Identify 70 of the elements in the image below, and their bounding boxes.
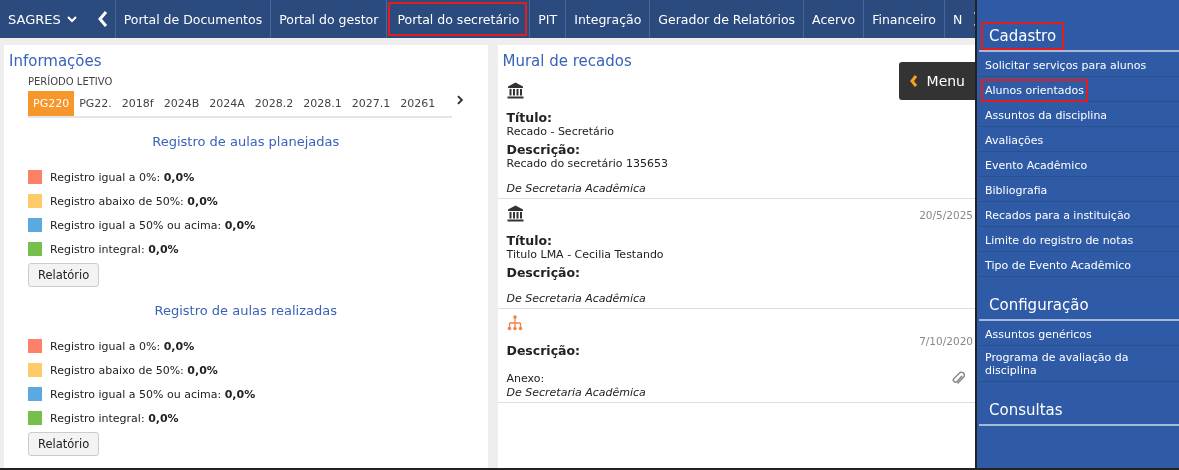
legend-label: Registro integral: 0,0% [50,242,179,256]
period-tab[interactable]: PG22. [74,91,117,116]
chevron-right-icon[interactable] [455,95,464,105]
period-label: PERÍODO LETIVO [28,76,114,87]
report-button[interactable]: Relatório [28,432,100,456]
nav-link[interactable]: N [944,0,971,38]
sidebar-link[interactable]: Tipo de Evento Acadêmico [983,256,1134,275]
message-date: 20/5/2025 [919,209,973,221]
period-tab[interactable]: 2024B [158,91,205,116]
nav-link[interactable]: Financeiro [863,0,944,38]
nav-link[interactable]: PIT [529,0,566,38]
paperclip-icon[interactable] [951,370,965,386]
legend-label: Registro igual a 0%: 0,0% [50,339,195,353]
nav-link[interactable]: Integração [565,0,650,38]
nav-link[interactable]: Portal do gestor [270,0,387,38]
chevron-left-icon [908,74,919,88]
nav-link[interactable]: Acervo [803,0,864,38]
message-date: 7/10/2020 [919,335,973,347]
bank-icon [506,205,524,222]
legend-label: Registro integral: 0,0% [50,411,179,425]
bank-icon [506,82,524,99]
message-author: De Secretaria Acadêmica [506,386,647,399]
legend-label: Registro igual a 50% ou acima: 0,0% [50,387,256,401]
message-title: Recado - Secretário [506,125,616,138]
field-label: Descrição: [506,343,582,358]
period-tab[interactable]: 2024A [204,91,250,116]
legend-label: Registro abaixo de 50%: 0,0% [50,363,218,377]
sidebar-link[interactable]: Solicitar serviços para alunos [983,56,1149,75]
sidebar-heading: Consultas [988,400,1064,421]
message-title: Titulo LMA - Cecilia Testando [506,248,665,261]
period-tab[interactable]: 2027.1 [346,91,396,116]
sidebar-heading: Cadastro [983,24,1063,48]
period-tab[interactable]: 20261 [395,91,441,116]
legend-label: Registro igual a 50% ou acima: 0,0% [50,218,256,232]
nav-link[interactable]: Gerador de Relatórios [649,0,804,38]
panel-title: Mural de recados [502,52,633,70]
section-title: Registro de aulas planejadas [151,134,341,149]
hierarchy-icon [506,315,523,331]
report-button[interactable]: Relatório [28,263,100,287]
field-label: Título: [506,110,554,125]
nav-link[interactable]: Portal do secretário [386,0,530,38]
chevron-left-icon[interactable] [96,10,109,28]
sidebar-link[interactable]: Assuntos genéricos [983,325,1094,344]
menu-button[interactable]: Menu [898,62,975,100]
message-description: Recado do secretário 135653 [506,157,670,170]
message-author: De Secretaria Acadêmica [506,292,647,305]
field-label: Descrição: [506,265,582,280]
sidebar-link[interactable]: Alunos orientados [983,81,1087,100]
period-tab[interactable]: 2018f [116,91,159,116]
sidebar-link[interactable]: Avaliações [983,131,1046,150]
attachment-label: Anexo: [506,371,545,385]
sidebar-link[interactable]: Bibliografia [983,181,1050,200]
sidebar-link[interactable]: Programa de avaliação da disciplina [983,348,1175,380]
period-tab[interactable]: 2028.1 [298,91,347,116]
sidebar-link[interactable]: Recados para a instituição [983,206,1133,225]
legend-label: Registro igual a 0%: 0,0% [50,170,195,184]
brand-menu[interactable]: SAGRES [0,0,87,38]
sidebar-link[interactable]: Assuntos da disciplina [983,106,1110,125]
nav-link[interactable]: Portal de Documentos [114,0,271,38]
chevron-down-icon [66,15,77,23]
sidebar-link[interactable]: Evento Acadêmico [983,156,1090,175]
panel-title: Informações [9,52,103,70]
message-author: De Secretaria Acadêmica [506,182,647,195]
legend-label: Registro abaixo de 50%: 0,0% [50,194,218,208]
sidebar-heading: Configuração [988,295,1090,316]
field-label: Título: [506,233,554,248]
period-tab[interactable]: 2028.2 [249,91,299,116]
section-title: Registro de aulas realizadas [153,303,338,318]
field-label: Descrição: [506,142,582,157]
sidebar-link[interactable]: Limite do registro de notas [983,231,1136,250]
